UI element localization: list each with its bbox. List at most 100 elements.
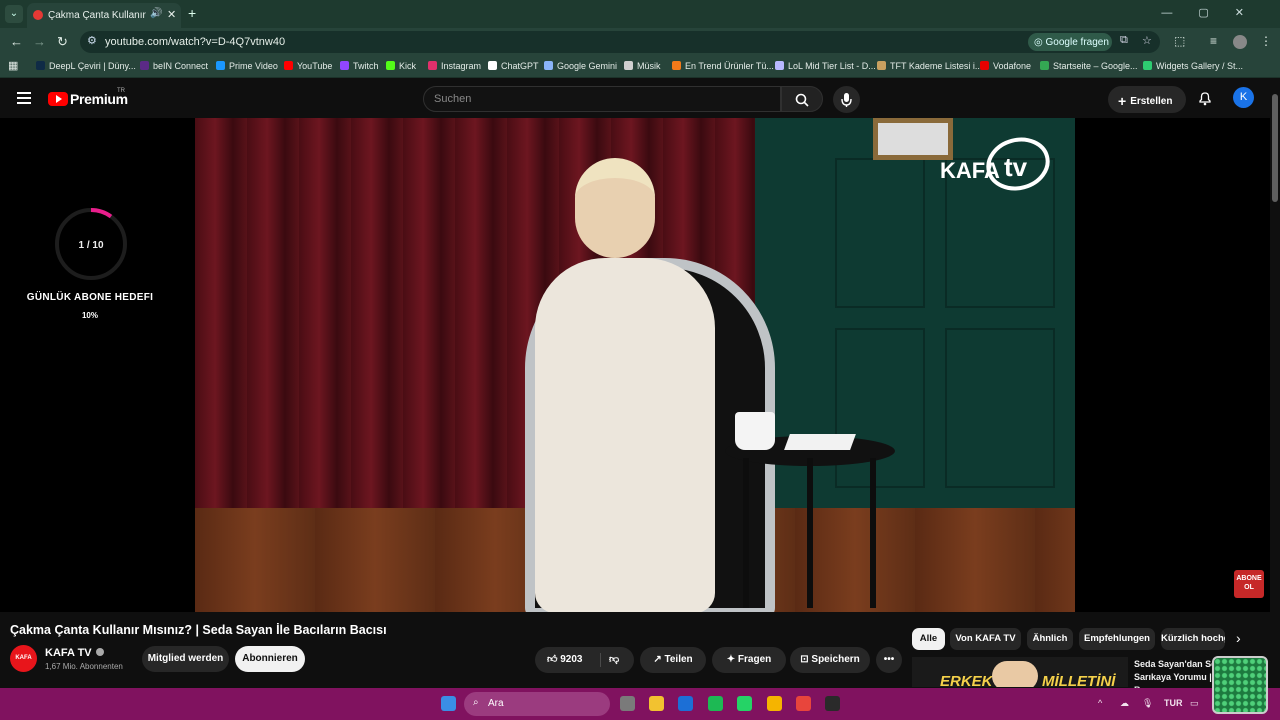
new-tab-button[interactable]: + [188,5,196,21]
extensions-icon[interactable]: ⬚ [1174,34,1185,48]
voice-search-button[interactable] [833,86,860,113]
chevron-right-icon[interactable]: › [1236,630,1241,646]
mail-icon[interactable] [678,696,693,711]
bookmark-item[interactable]: ChatGPT [488,61,539,71]
bookmark-item[interactable]: Widgets Gallery / St... [1143,61,1243,71]
bookmark-favicon-icon [980,61,989,70]
bookmark-label: Startseite – Google... [1053,61,1138,71]
network-icon[interactable]: ▭ [1190,698,1199,709]
language-indicator[interactable]: TUR [1164,698,1183,708]
install-app-icon[interactable]: ⧉ [1120,34,1128,47]
goal-percent: 10% [81,311,98,320]
hamburger-menu-icon[interactable] [17,92,31,107]
goal-label: GÜNLÜK ABONE HEDEFI [26,292,154,303]
chip-from-channel[interactable]: Von KAFA TV [950,628,1021,650]
bookmark-favicon-icon [1143,61,1152,70]
chip-recently-uploaded[interactable]: Kürzlich hochgeladen [1161,628,1225,650]
notifications-bell-icon[interactable] [1197,90,1213,111]
reload-icon[interactable]: ↻ [57,34,68,50]
bookmark-label: Widgets Gallery / St... [1156,61,1244,71]
abone-ol-badge[interactable]: ABONE OL [1234,570,1264,598]
ask-button[interactable]: ✦ Fragen [712,647,786,673]
bookmark-favicon-icon [1040,61,1049,70]
goal-count: 1 / 10 [78,240,104,251]
bookmark-item[interactable]: Kick [386,61,416,71]
whatsapp-icon[interactable] [737,696,752,711]
bookmark-item[interactable]: DeepL Çeviri | Düny... [36,61,136,71]
chip-similar[interactable]: Ähnlich [1027,628,1073,650]
site-info-icon[interactable]: ⚙ [87,34,97,47]
bookmark-item[interactable]: LoL Mid Tier List - D... [775,61,876,71]
bookmark-label: beIN Connect [153,61,209,71]
bookmark-item[interactable]: Startseite – Google... [1040,61,1138,71]
create-button[interactable]: + Erstellen [1108,86,1186,113]
account-avatar[interactable]: K [1233,87,1254,108]
back-arrow-icon[interactable]: ← [10,34,23,49]
bookmark-label: Vodafone [993,61,1032,71]
subscribe-button[interactable]: Abonnieren [235,646,305,672]
bookmark-label: En Trend Ürünler Tü... [685,61,774,71]
youtube-logo-icon[interactable] [48,92,68,106]
bookmark-item[interactable]: YouTube [284,61,332,71]
share-button[interactable]: ↗ Teilen [640,647,706,673]
like-button[interactable]: 👍︎ 9203 [547,654,582,665]
thumb-text-right: MİLLETİNİ [1042,673,1116,687]
recommendation-thumbnail[interactable]: ERKEK MİLLETİNİ [912,657,1128,687]
microphone-tray-icon[interactable]: 🎙︎ [1142,698,1153,709]
menu-dots-icon[interactable]: ⋮ [1260,34,1272,48]
bookmark-item[interactable]: Müsik [624,61,661,71]
close-tab-icon[interactable]: ✕ [167,8,176,21]
bookmark-item[interactable]: Vodafone [980,61,1031,71]
chip-all[interactable]: Alle [912,628,945,650]
file-explorer-icon[interactable] [649,696,664,711]
bookmark-favicon-icon [672,61,681,70]
taskbar-search[interactable]: ⌕ Ara [464,692,610,716]
obs-icon[interactable] [825,696,840,711]
bookmark-item[interactable]: Instagram [428,61,481,71]
thumbs-up-icon: 👍︎ [547,654,561,665]
forward-arrow-icon[interactable]: → [33,34,46,49]
search-button[interactable] [781,86,823,112]
reading-list-icon[interactable]: ≡ [1210,34,1217,48]
desktop-widget[interactable] [1212,656,1268,714]
more-actions-button[interactable]: ••• [876,647,902,673]
bookmark-item[interactable]: Twitch [340,61,379,71]
search-input[interactable]: Suchen [423,86,781,112]
spotify-icon[interactable] [708,696,723,711]
apps-grid-icon[interactable]: ▦ [8,59,18,72]
chrome-icon[interactable] [796,696,811,711]
plus-icon: + [1118,93,1127,109]
speaker-icon[interactable]: 🔊 [150,8,162,19]
calculator-icon[interactable] [620,696,635,711]
bookmark-favicon-icon [340,61,349,70]
bookmark-item[interactable]: Google Gemini [544,61,617,71]
window-controls[interactable]: —▢✕ [1161,6,1270,19]
bookmark-item[interactable]: Prime Video [216,61,278,71]
channel-avatar[interactable]: KAFA [10,645,37,672]
tray-chevron-icon[interactable]: ^ [1098,698,1102,708]
start-icon[interactable] [441,696,456,711]
dislike-button[interactable]: 👎︎ [609,647,619,673]
video-title: Çakma Çanta Kullanır Mısınız? | Seda Say… [10,623,387,637]
browser-tab[interactable]: Çakma Çanta Kullanır Mısını 🔊 ✕ [27,3,181,28]
scrollbar-thumb[interactable] [1272,94,1278,202]
profile-avatar[interactable] [1233,35,1247,49]
tab-search-button[interactable]: ⌄ [5,5,23,23]
address-bar[interactable]: ⚙ youtube.com/watch?v=D-4Q7vtnw40 ◎ Goog… [80,31,1160,53]
discord-icon[interactable] [767,696,782,711]
save-button[interactable]: ⊡ Speichern [790,647,870,673]
bookmark-label: Instagram [441,61,482,71]
bookmark-favicon-icon [624,61,633,70]
video-player[interactable]: 1 / 10 GÜNLÜK ABONE HEDEFI 10% KAFA tv A… [0,118,1270,612]
bookmark-item[interactable]: En Trend Ürünler Tü... [672,61,774,71]
google-fragen-button[interactable]: ◎ Google fragen [1028,33,1112,51]
bookmark-star-icon[interactable]: ☆ [1142,34,1152,47]
bookmarks-bar: ▦ DeepL Çeviri | Düny... beIN Connect Prim… [0,56,1280,78]
onedrive-icon[interactable]: ☁ [1120,698,1129,709]
bookmark-item[interactable]: beIN Connect [140,61,208,71]
join-button[interactable]: Mitglied werden [142,646,229,672]
bookmark-item[interactable]: TFT Kademe Listesi i... [877,61,982,71]
chip-recommendations[interactable]: Empfehlungen [1079,628,1155,650]
page-scrollbar[interactable] [1270,78,1280,688]
channel-name[interactable]: KAFA TV [45,647,104,659]
